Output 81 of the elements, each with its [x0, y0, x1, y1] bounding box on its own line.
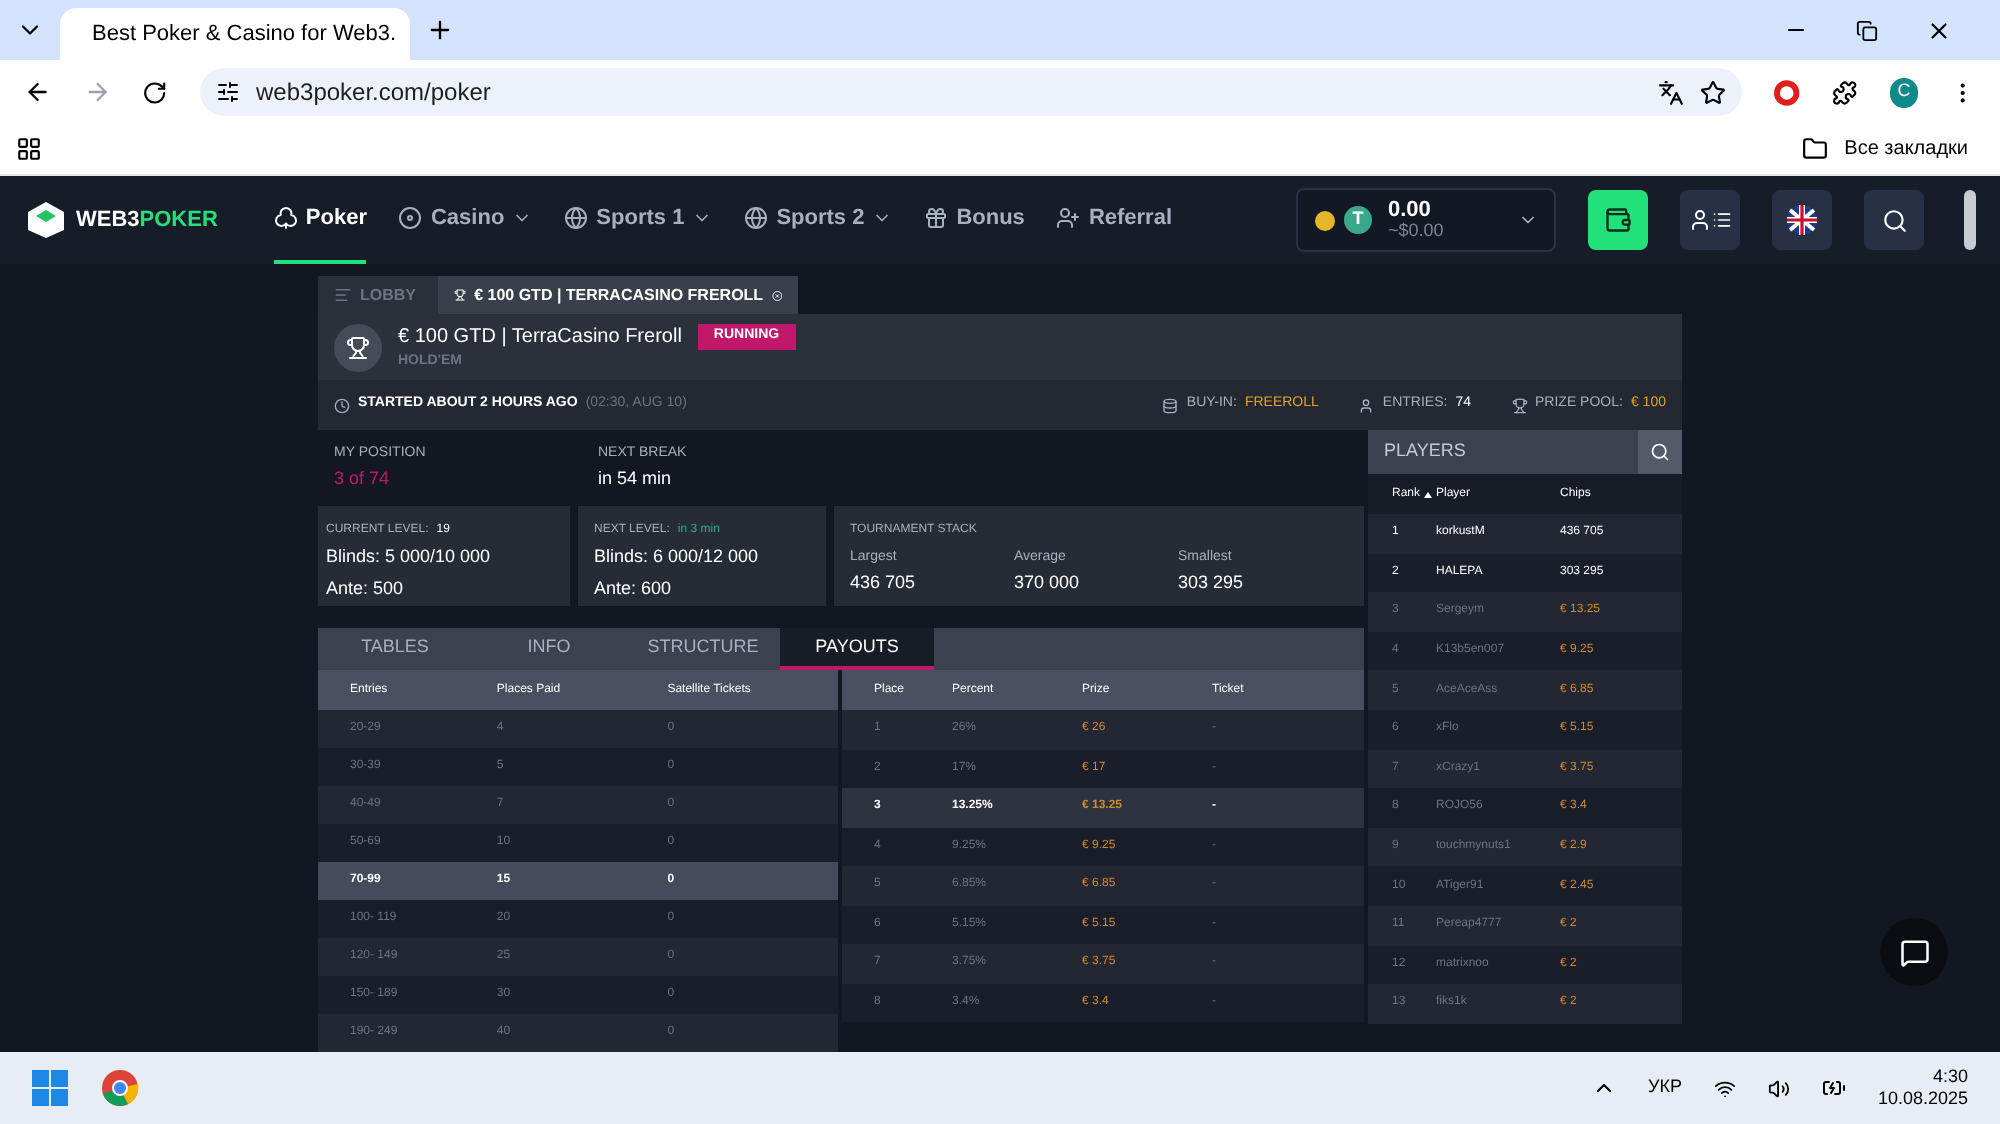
wallet-icon: [1604, 206, 1632, 234]
trophy-icon: [1511, 397, 1527, 413]
balance-usd: ~$0.00: [1388, 222, 1446, 240]
balance-selector[interactable]: T 0.00 ~$0.00: [1296, 188, 1556, 252]
gift-icon: [924, 206, 949, 230]
blinds-text: Blinds: 6 000/12 000: [594, 544, 761, 570]
battery-icon[interactable]: [1821, 1076, 1846, 1100]
chip-icon: [398, 206, 423, 230]
section-tab[interactable]: INFO: [472, 628, 626, 670]
chrome-icon[interactable]: [100, 1068, 140, 1108]
search-icon: [1650, 442, 1670, 462]
close-window-icon[interactable]: [1926, 17, 1952, 43]
reload-icon[interactable]: [142, 79, 168, 105]
folder-icon: [1802, 136, 1829, 162]
address-field[interactable]: web3poker.com/poker: [200, 68, 1743, 116]
clock-time[interactable]: 4:30: [1932, 1065, 1968, 1088]
list-icon: [1712, 210, 1732, 230]
language-button[interactable]: [1772, 190, 1832, 250]
chat-icon: [1899, 937, 1929, 967]
nav-item[interactable]: Casino: [398, 176, 533, 264]
next-break-value: in 54 min: [598, 465, 674, 491]
tab-title: Best Poker & Casino for Web3.: [92, 19, 397, 50]
players-title: PLAYERS: [1382, 438, 1468, 465]
chat-button[interactable]: [1880, 918, 1948, 986]
volume-icon[interactable]: [1767, 1077, 1790, 1099]
wifi-icon[interactable]: [1713, 1077, 1736, 1099]
nav-item[interactable]: Bonus: [924, 176, 1025, 264]
lines-icon: [334, 286, 352, 304]
start-icon[interactable]: [32, 1070, 68, 1106]
clock-icon: [334, 397, 350, 413]
section-tab[interactable]: STRUCTURE: [626, 628, 780, 670]
nav-item[interactable]: Poker: [273, 176, 367, 264]
search-button[interactable]: [1864, 190, 1924, 250]
nav-item[interactable]: Referral: [1056, 176, 1173, 264]
ante-text: Ante: 600: [594, 575, 674, 601]
translate-icon[interactable]: [1658, 79, 1685, 105]
bookmark-star-icon[interactable]: [1700, 79, 1727, 105]
scrollbar[interactable]: [1964, 190, 1976, 250]
user-icon: [1358, 397, 1375, 413]
search-icon: [1881, 207, 1907, 233]
section-tab[interactable]: PAYOUTS: [780, 628, 934, 670]
nav-item[interactable]: Sports 2: [744, 176, 893, 264]
extensions-icon[interactable]: [1831, 79, 1858, 105]
section-tab[interactable]: TABLES: [318, 628, 472, 670]
tournament-title: € 100 GTD | TerraCasino Freroll: [398, 323, 682, 352]
opera-icon[interactable]: [1774, 79, 1800, 105]
profile-avatar[interactable]: C: [1889, 77, 1919, 107]
url-text: web3poker.com/poker: [256, 76, 493, 110]
clock-date[interactable]: 10.08.2025: [1877, 1088, 1968, 1111]
ante-text: Ante: 500: [326, 575, 406, 601]
sort-icon: [1424, 491, 1433, 497]
coin-icon: T: [1344, 206, 1372, 234]
all-bookmarks-button[interactable]: Все закладки: [1802, 134, 1984, 164]
restore-icon[interactable]: [1856, 19, 1878, 41]
trophy-icon: [454, 286, 467, 304]
close-icon[interactable]: [771, 287, 782, 303]
browser-tab[interactable]: Best Poker & Casino for Web3.: [60, 8, 410, 60]
search-button[interactable]: [1638, 430, 1682, 474]
nav-item[interactable]: Sports 1: [564, 176, 713, 264]
position-value: 3 of 74: [334, 465, 392, 491]
back-icon[interactable]: [24, 78, 52, 106]
forward-icon[interactable]: [83, 78, 111, 106]
profile-button[interactable]: [1680, 190, 1740, 250]
user-plus-icon: [1056, 206, 1081, 230]
trophy-icon: [334, 323, 382, 371]
language-indicator[interactable]: УКР: [1647, 1074, 1682, 1102]
stack-stat-value: 370 000: [1014, 569, 1082, 595]
flag-icon: [1786, 204, 1818, 236]
new-tab-icon[interactable]: [426, 16, 454, 44]
blinds-text: Blinds: 5 000/10 000: [326, 544, 493, 570]
coins-icon: [1162, 397, 1179, 413]
balance-amount: 0.00: [1388, 200, 1433, 222]
stack-stat-value: 436 705: [850, 569, 918, 595]
site-logo[interactable]: WEB3POKER: [24, 198, 218, 242]
wallet-button[interactable]: [1588, 190, 1648, 250]
apps-icon[interactable]: [16, 136, 42, 162]
lobby-tab[interactable]: € 100 GTD | TERRACASINO FREROLL: [438, 276, 798, 314]
stack-stat-value: 303 295: [1178, 569, 1246, 595]
site-info-icon[interactable]: [216, 80, 240, 104]
user-icon: [1688, 208, 1712, 232]
club-icon: [273, 206, 298, 230]
